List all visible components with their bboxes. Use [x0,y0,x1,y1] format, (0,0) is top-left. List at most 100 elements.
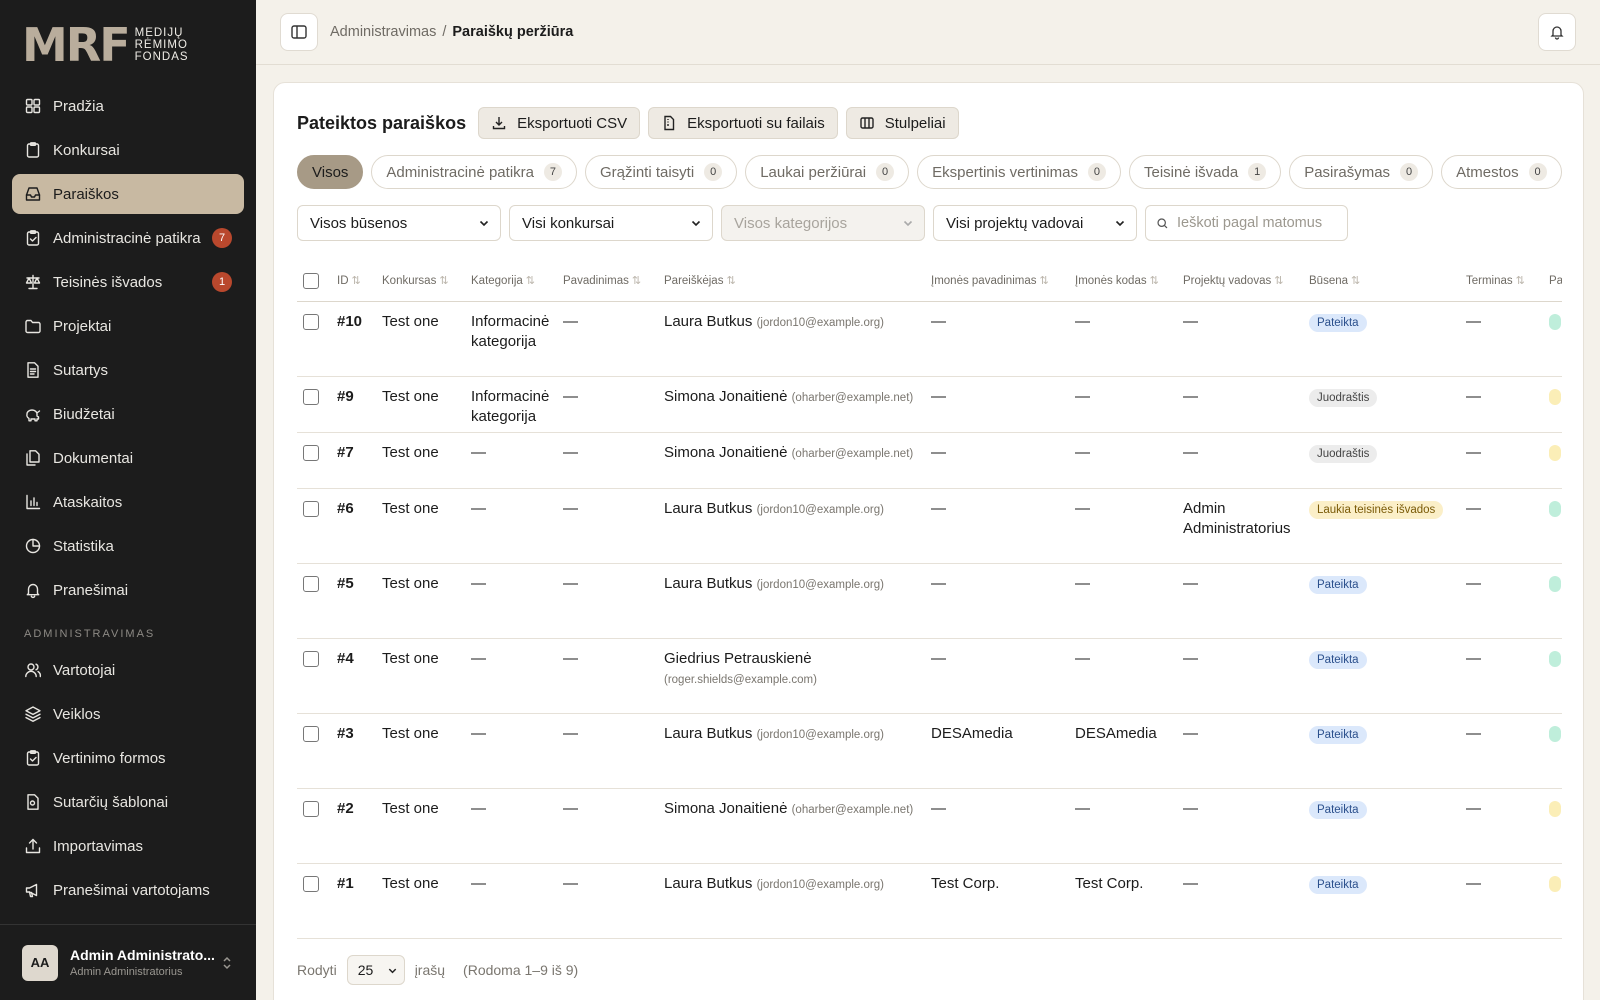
status-dot [1549,313,1561,330]
manager-filter-select[interactable]: Visi projektų vadovai [933,205,1137,241]
row-checkbox[interactable] [303,875,319,892]
status-dot [1549,725,1561,742]
sidebar-item-label: Paraiškos [53,185,119,203]
table-row[interactable]: #4 Test one — — Giedrius Petrauskienė (roger… [297,638,1562,714]
sidebar-item[interactable]: Importavimas [12,826,244,866]
status-filter-select[interactable]: Visos būsenos [297,205,501,241]
row-checkbox[interactable] [303,725,319,742]
sidebar-item[interactable]: Pranešimai vartotojams [12,870,244,910]
select-all-checkbox[interactable] [303,272,319,289]
sidebar-item-label: Teisinės išvados [53,273,163,291]
sidebar-item[interactable]: Sutartys [12,350,244,390]
applicant-email: (jordon10@example.org) [756,878,884,891]
row-checkbox[interactable] [303,650,319,667]
sidebar-item[interactable]: Vartotojai [12,650,244,690]
cell-overflow [1543,713,1562,789]
status-tab[interactable]: Ekspertinis vertinimas 0 [917,155,1121,189]
status-tab[interactable]: Laukai peržiūrai 0 [745,155,910,189]
table-row[interactable]: #5 Test one — — Laura Butkus (jordon10@examp… [297,563,1562,639]
brand-logo[interactable]: MRF MEDIJŲ RĖMIMO FONDAS [22,22,189,68]
columns-button[interactable]: Stulpeliai [845,107,959,139]
column-header[interactable]: Pa [1543,261,1562,302]
user-menu[interactable]: AA Admin Administrato... Admin Administr… [0,924,256,1000]
select-all-cell [297,261,331,302]
column-header[interactable]: Kategorija ⇅ [465,261,557,302]
sidebar-item[interactable]: Pradžia [12,86,244,126]
cell-id[interactable]: #7 [331,432,376,489]
sidebar-item[interactable]: Vertinimo formos [12,738,244,778]
logo-text: MEDIJŲ RĖMIMO FONDAS [135,27,189,63]
column-header[interactable]: Konkursas ⇅ [376,261,465,302]
export-csv-button[interactable]: Eksportuoti CSV [478,107,641,139]
sidebar-item[interactable]: Biudžetai [12,394,244,434]
cell-id[interactable]: #6 [331,488,376,564]
sidebar-item[interactable]: Pranešimai [12,570,244,610]
cell-applicant: Laura Butkus (jordon10@example.org) [658,563,925,639]
cell-category: Informacinė kategorija [465,376,557,433]
status-tab[interactable]: Administracinė patikra 7 [371,155,577,189]
contest-filter-value: Visi konkursai [522,214,615,232]
cell-id[interactable]: #3 [331,713,376,789]
cell-id[interactable]: #5 [331,563,376,639]
table-row[interactable]: #10 Test one Informacinė kategorija — Laura … [297,301,1562,377]
table-row[interactable]: #9 Test one Informacinė kategorija — Simona … [297,376,1562,433]
sidebar-item[interactable]: Veiklos [12,694,244,734]
cell-id[interactable]: #4 [331,638,376,714]
row-checkbox[interactable] [303,444,319,461]
table-row[interactable]: #3 Test one — — Laura Butkus (jordon10@examp… [297,713,1562,789]
notifications-button[interactable] [1538,13,1576,51]
column-header[interactable]: Būsena ⇅ [1303,261,1460,302]
row-checkbox[interactable] [303,313,319,330]
status-tab[interactable]: Atmestos 0 [1441,155,1562,189]
sidebar-item[interactable]: Ataskaitos [12,482,244,522]
status-tab[interactable]: Visos [297,155,364,189]
sidebar-item[interactable]: Teisinės išvados 1 [12,262,244,302]
page-size-select[interactable]: 25 [346,955,405,985]
cell-id[interactable]: #10 [331,301,376,377]
status-tab[interactable]: Teisinė išvada 1 [1128,155,1282,189]
cell-id[interactable]: #1 [331,863,376,939]
column-header[interactable]: Pavadinimas ⇅ [557,261,658,302]
breadcrumb-parent[interactable]: Administravimas [330,24,436,40]
cell-deadline: — [1460,376,1543,433]
sidebar-item[interactable]: Konkursai [12,130,244,170]
column-header[interactable]: Įmonės pavadinimas ⇅ [925,261,1069,302]
contest-filter-select[interactable]: Visi konkursai [509,205,713,241]
row-checkbox[interactable] [303,575,319,592]
row-checkbox[interactable] [303,800,319,817]
status-tab[interactable]: Pasirašymas 0 [1289,155,1434,189]
cell-id[interactable]: #9 [331,376,376,433]
status-tab[interactable]: Grąžinti taisyti 0 [584,155,738,189]
sidebar-item[interactable]: Sutarčių šablonai [12,782,244,822]
column-header[interactable]: Įmonės kodas ⇅ [1069,261,1177,302]
column-header[interactable]: Terminas ⇅ [1460,261,1543,302]
table-row[interactable]: #1 Test one — — Laura Butkus (jordon10@examp… [297,863,1562,939]
sidebar-item[interactable]: Paraiškos [12,174,244,214]
table-row[interactable]: #2 Test one — — Simona Jonaitienė (oharber@e… [297,788,1562,864]
cell-category: — [465,563,557,639]
sidebar-item[interactable]: Administracinė patikra 7 [12,218,244,258]
show-label: Rodyti [297,962,337,978]
search-input[interactable] [1177,215,1337,231]
piggy-bank-icon [26,409,41,422]
folder-icon [25,319,41,334]
sort-icon: ⇅ [1274,275,1284,288]
cell-deadline: — [1460,863,1543,939]
export-with-files-button[interactable]: Eksportuoti su failais [648,107,838,139]
sidebar-item[interactable]: Statistika [12,526,244,566]
status-tab-label: Pasirašymas [1304,163,1391,181]
sidebar-item-label: Vertinimo formos [53,749,166,767]
sidebar-item[interactable]: Dokumentai [12,438,244,478]
table-row[interactable]: #6 Test one — — Laura Butkus (jordon10@examp… [297,488,1562,564]
cell-category: Informacinė kategorija [465,301,557,377]
row-checkbox[interactable] [303,500,319,517]
cell-id[interactable]: #2 [331,788,376,864]
toggle-sidebar-button[interactable] [280,13,318,51]
column-header[interactable]: ID ⇅ [331,261,376,302]
clipboard-check-icon [26,750,40,766]
column-header[interactable]: Projektų vadovas ⇅ [1177,261,1303,302]
row-checkbox[interactable] [303,388,319,405]
sidebar-item[interactable]: Projektai [12,306,244,346]
column-header[interactable]: Pareiškėjas ⇅ [658,261,925,302]
table-row[interactable]: #7 Test one — — Simona Jonaitienė (oharber@e… [297,432,1562,489]
